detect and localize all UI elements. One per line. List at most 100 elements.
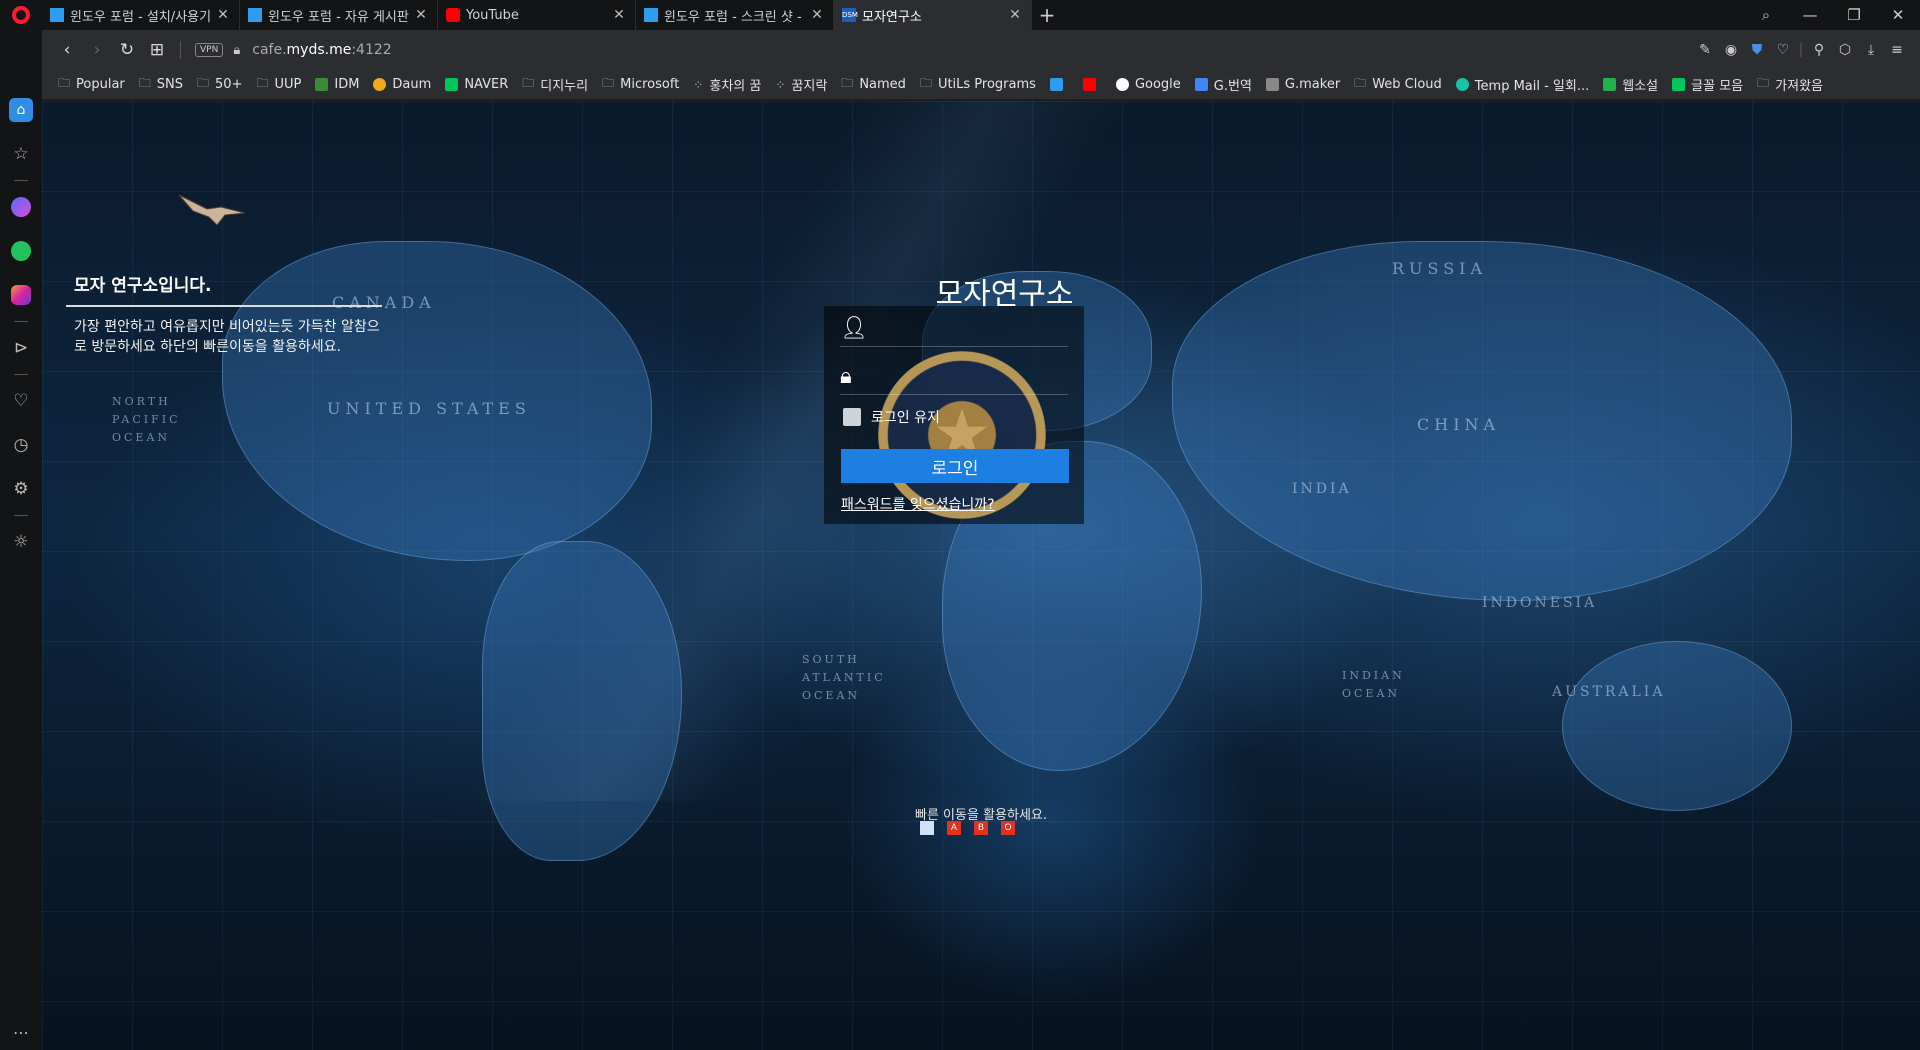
heart-icon[interactable]: ♡ [0,379,42,423]
bookmark-translate[interactable]: G.번역 [1194,75,1252,94]
history-icon[interactable]: ◷ [0,423,42,467]
tab-0[interactable]: 윈도우 포럼 - 설치/사용기 ✕ [42,0,240,30]
cube-icon[interactable]: ⬡ [1832,42,1858,58]
restore-icon[interactable]: ❐ [1832,6,1876,24]
speed-dial-icon[interactable]: ⊞ [142,40,172,60]
close-tab-icon[interactable]: ✕ [611,7,627,23]
divider: | [1798,42,1804,58]
bookmark-kkumjirak[interactable]: ⁘ 꿈지락 [775,75,827,95]
new-tab-button[interactable]: + [1032,3,1062,27]
home-icon[interactable]: ⌂ [0,88,42,132]
dots-icon: ⁘ [693,77,704,92]
whatsapp-icon[interactable] [0,229,42,273]
bookmark-diginuri[interactable]: 🗀︎ 디지누리 [522,74,588,95]
opera-menu-icon[interactable] [0,0,42,30]
keep-login-checkbox[interactable] [843,408,861,426]
bookmark-webnovel[interactable]: 웹소설 [1603,75,1658,94]
bookmark-label: Temp Mail - 일회... [1474,79,1590,94]
tab-1[interactable]: 윈도우 포럼 - 자유 게시판 ✕ [240,0,438,30]
messenger-icon[interactable] [0,185,42,229]
minimize-icon[interactable]: — [1788,6,1832,24]
tab-title: YouTube [466,7,519,23]
bookmark-label: 디지누리 [540,79,589,94]
vpn-badge[interactable]: VPN [195,43,224,57]
bookmark-daum[interactable]: Daum [373,77,431,92]
quick-link-a[interactable]: A [947,821,961,835]
edit-icon[interactable]: ✎ [1692,42,1718,58]
settings-icon[interactable]: ⚙ [0,467,42,511]
star-icon[interactable]: ☆ [0,132,42,176]
bookmark-webcloud[interactable]: 🗀︎ Web Cloud [1354,74,1442,95]
bookmark-idm[interactable]: IDM [315,77,359,92]
bookmark-youtube[interactable] [1082,78,1102,91]
quick-link-o[interactable]: O [1001,821,1015,835]
player-icon[interactable]: ⊳ [0,326,42,370]
youtube-icon [1082,78,1096,91]
close-window-icon[interactable]: ✕ [1876,6,1920,24]
welcome-body: 가장 편안하고 여유롭지만 비어있는듯 가득찬 알참으로 방문하세요 하단의 빠… [74,319,380,355]
more-icon[interactable]: ⋯ [13,1023,29,1042]
dsm-icon: DSM [842,8,858,22]
bookmark-windows[interactable] [1049,78,1069,91]
quick-link-b[interactable]: B [974,821,988,835]
bookmark-gmaker[interactable]: G.maker [1265,77,1340,92]
folder-icon: 🗀︎ [256,76,269,90]
reload-icon[interactable]: ↻ [112,40,142,60]
youtube-icon [446,8,460,22]
bookmark-label: G.번역 [1213,79,1252,94]
bookmark-microsoft[interactable]: 🗀︎ Microsoft [602,74,679,95]
bookmark-label: 홍차의 꿈 [709,79,762,94]
bookmark-50plus[interactable]: 🗀︎ 50+ [197,74,242,95]
keep-login[interactable]: 로그인 유지 [843,407,940,427]
lock-icon[interactable]: 🔒︎ [233,43,240,58]
camera-icon[interactable]: ◉ [1718,42,1744,58]
bookmark-label: UtiLs Programs [937,77,1036,92]
bookmark-fonts[interactable]: 글꼴 모음 [1672,75,1743,94]
folder-icon: 🗀︎ [1757,76,1770,90]
daum-icon [373,78,387,91]
back-icon[interactable]: ‹ [52,40,82,60]
folder-icon: 🗀︎ [602,76,615,90]
bookmark-imported[interactable]: 🗀︎ 가져왔음 [1757,74,1823,95]
divider [14,180,28,181]
quick-link-home[interactable] [920,821,934,835]
bookmark-naver[interactable]: NAVER [445,77,508,92]
bookmark-hongcha[interactable]: ⁘ 홍차의 꿈 [693,75,762,95]
bookmark-google[interactable]: Google [1115,77,1181,92]
forward-icon[interactable]: › [82,40,112,60]
bookmark-uup[interactable]: 🗀︎ UUP [256,74,301,95]
bookmark-tempmail[interactable]: Temp Mail - 일회... [1455,75,1590,94]
bookmark-sns[interactable]: 🗀︎ SNS [139,74,183,95]
shield-icon[interactable]: ⛊ [1744,42,1770,58]
tab-4-active[interactable]: DSM 모자연구소 ✕ [834,0,1032,30]
bookmark-popular[interactable]: 🗀︎ Popular [58,74,125,95]
url-field[interactable]: cafe.myds.me:4122 [252,42,391,58]
bookmark-named[interactable]: 🗀︎ Named [841,74,906,95]
bookmark-utils[interactable]: 🗀︎ UtiLs Programs [920,74,1036,95]
map-label-usa: UNITED STATES [327,399,531,418]
opera-sidebar: ⌂ ☆ ⊳ ♡ ◷ ⚙ ☼ ⋯ [0,30,42,1050]
eagle-icon [178,194,246,226]
address-bar: ‹ › ↻ ⊞ VPN 🔒︎ cafe.myds.me:4122 ✎ ◉ ⛊ ♡… [42,30,1920,70]
tab-2[interactable]: YouTube ✕ [438,0,636,30]
easy-setup-icon[interactable]: ≡ [1884,42,1910,58]
username-input[interactable] [870,320,1068,337]
forgot-password-link[interactable]: 패스워드를 잊으셨습니까? [841,494,995,514]
close-tab-icon[interactable]: ✕ [413,7,429,23]
tips-icon[interactable]: ☼ [0,520,42,564]
folder-icon: 🗀︎ [522,76,535,90]
close-tab-icon[interactable]: ✕ [215,7,231,23]
heart-icon[interactable]: ♡ [1770,42,1796,58]
password-input[interactable] [870,368,1068,385]
close-tab-icon[interactable]: ✕ [1007,7,1023,23]
folder-icon: 🗀︎ [197,76,210,90]
login-button[interactable]: 로그인 [841,449,1069,483]
bookmark-label: SNS [156,77,184,92]
download-icon[interactable]: ⤓ [1858,42,1884,58]
instagram-icon[interactable] [0,273,42,317]
close-tab-icon[interactable]: ✕ [809,7,825,23]
google-icon [1115,78,1129,91]
extension-icon[interactable]: ⚲ [1806,42,1832,58]
tab-search-icon[interactable]: ⌕ [1744,6,1788,24]
tab-3[interactable]: 윈도우 포럼 - 스크린 샷 - ✕ [636,0,834,30]
